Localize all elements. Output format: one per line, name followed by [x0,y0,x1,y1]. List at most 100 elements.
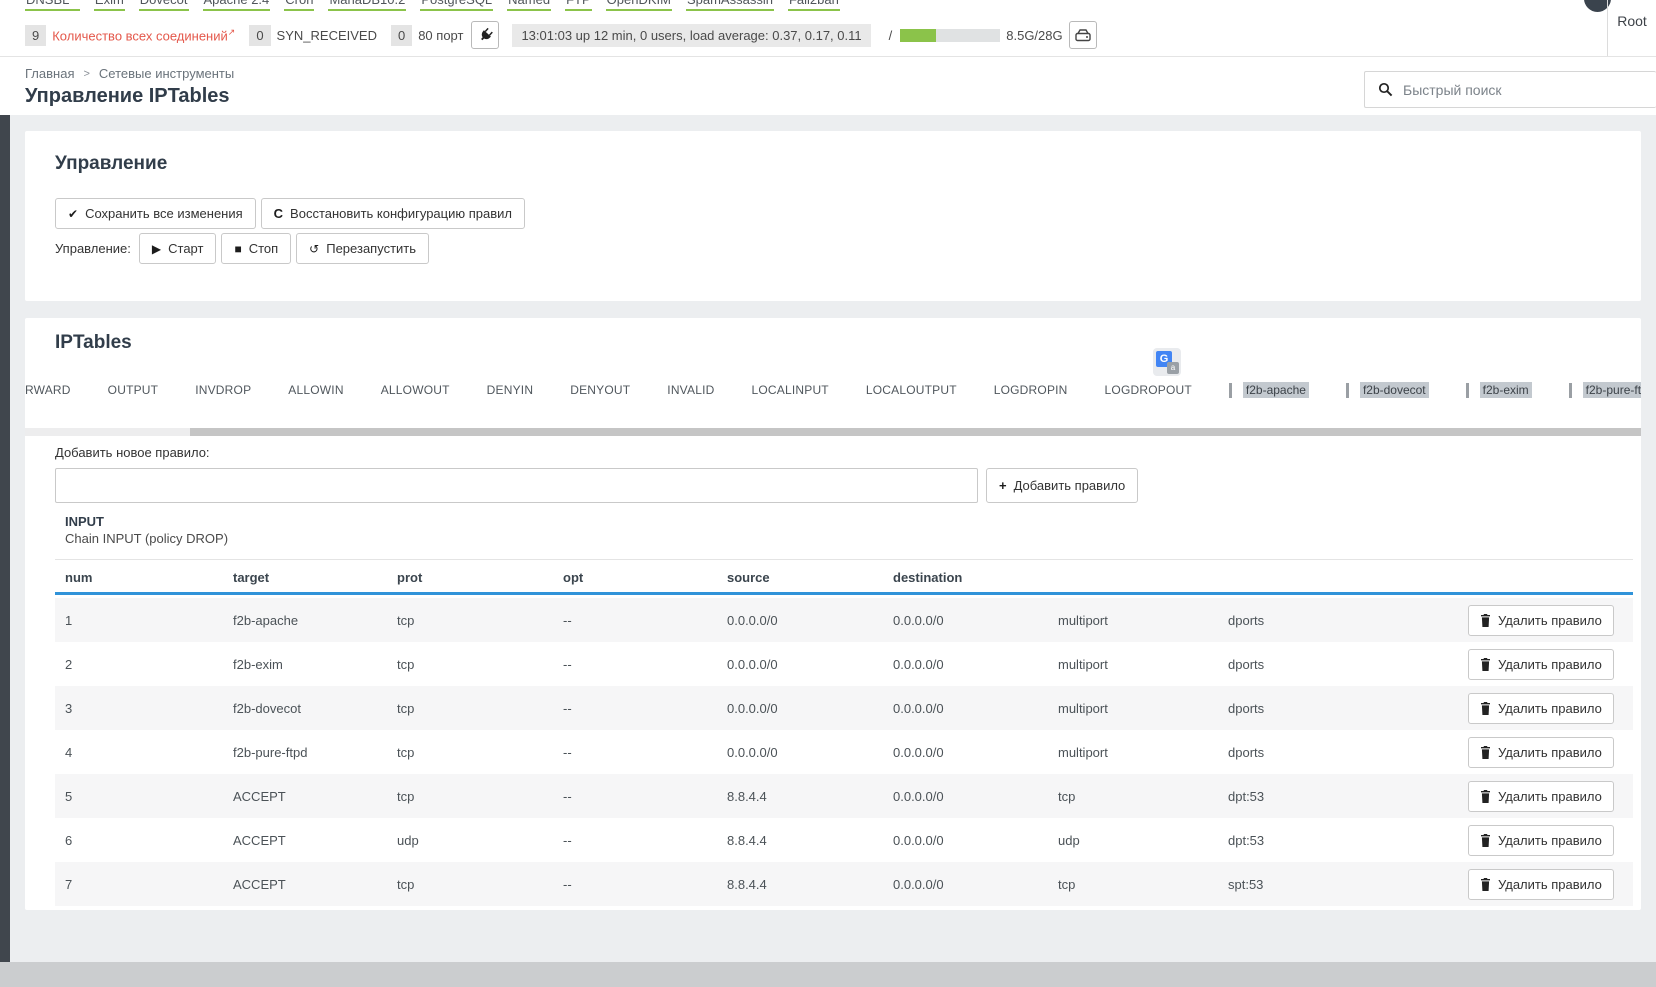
management-panel: Управление ✔Сохранить все изменения CВос… [25,131,1641,301]
delete-rule-button[interactable]: Удалить правило [1468,825,1614,856]
cell-ports: dports [1228,701,1468,716]
cell-ports: dpt:53 [1228,833,1468,848]
chain-tab[interactable]: RWARD [25,383,71,397]
chain-tab[interactable]: OUTPUT [108,383,159,397]
play-icon: ▶ [152,242,161,256]
chain-tab[interactable]: DENYOUT [570,383,630,397]
delete-rule-button[interactable]: Удалить правило [1468,781,1614,812]
service-link[interactable]: DNSBL ↗ [25,0,80,11]
service-link[interactable]: MariaDB10.2 [328,0,406,11]
cell-prot: tcp [397,657,563,672]
top-bar: DNSBL ↗ Exim Dovecot Apache 2.4 Cron [0,0,1656,57]
chain-tab-f2b[interactable]: f2b-exim [1466,382,1532,398]
service-link[interactable]: SpamAssassin [686,0,774,11]
search-input[interactable] [1403,82,1623,98]
rule-row: 5 ACCEPT tcp -- 8.8.4.4 0.0.0.0/0 tcp dp… [55,774,1633,818]
service-link[interactable]: Named [507,0,551,11]
service-link[interactable]: Apache 2.4 [203,0,271,11]
plus-icon: + [999,478,1007,493]
tab-separator [1466,383,1469,398]
cell-opt: -- [563,657,727,672]
delete-rule-button[interactable]: Удалить правило [1468,649,1614,680]
service-label: Cron [285,0,313,7]
connections-plug-button[interactable] [471,21,499,49]
chain-tab-f2b[interactable]: f2b-pure-ftpd [1569,382,1641,398]
breadcrumb-home[interactable]: Главная [25,66,74,81]
save-all-button[interactable]: ✔Сохранить все изменения [55,198,256,229]
cell-source: 0.0.0.0/0 [727,657,893,672]
cell-ports: dports [1228,657,1468,672]
delete-rule-button[interactable]: Удалить правило [1468,869,1614,900]
status-row: 9 Количество всех соединений↗ 0 SYN_RECE… [25,21,1097,49]
cell-target: f2b-dovecot [233,701,397,716]
cell-target: f2b-exim [233,657,397,672]
restore-config-button[interactable]: CВосстановить конфигурацию правил [261,198,525,229]
chain-tab[interactable]: INVALID [667,383,714,397]
page-title: Управление IPTables [25,85,230,108]
external-link-icon: ↗ [228,27,236,37]
chain-tab[interactable]: LOGDROPIN [994,383,1068,397]
cell-destination: 0.0.0.0/0 [893,613,1058,628]
delete-rule-button[interactable]: Удалить правило [1468,605,1614,636]
tabs-scrollbar-thumb[interactable] [190,428,1641,436]
service-label: DNSBL [26,0,69,7]
cell-prot: tcp [397,789,563,804]
service-link[interactable]: Dovecot [139,0,189,11]
management-actions: ✔Сохранить все изменения CВосстановить к… [55,198,525,229]
service-link[interactable]: Fail2ban [788,0,840,11]
user-name[interactable]: Root [1608,13,1656,29]
col-source: source [727,570,893,585]
cell-target: f2b-pure-ftpd [233,745,397,760]
chain-tab[interactable]: LOCALINPUT [751,383,828,397]
chevron-right-icon: > [83,68,89,80]
trash-icon [1480,702,1491,715]
cell-opt: -- [563,613,727,628]
service-link[interactable]: OpenDKIM [606,0,672,11]
breadcrumb: Главная > Сетевые инструменты [25,66,234,81]
service-link[interactable]: Cron [284,0,314,11]
service-label: Fail2ban [789,0,839,7]
cell-opt: -- [563,833,727,848]
service-link[interactable]: PostgreSQL [420,0,493,11]
add-rule-input[interactable] [55,468,978,503]
start-button[interactable]: ▶Старт [139,233,217,264]
search-icon [1378,82,1393,97]
chain-tab[interactable]: ALLOWOUT [381,383,450,397]
restart-button[interactable]: ↺Перезапустить [296,233,429,264]
port-label: 80 порт [418,28,463,43]
memory-slash: / [889,28,893,43]
stop-button[interactable]: ■Стоп [221,233,291,264]
restart-icon: ↺ [309,242,319,256]
delete-rule-button[interactable]: Удалить правило [1468,693,1614,724]
trash-icon [1480,746,1491,759]
trash-icon [1480,834,1491,847]
services-nav: DNSBL ↗ Exim Dovecot Apache 2.4 Cron [25,0,840,11]
cell-target: ACCEPT [233,877,397,892]
col-opt: opt [563,570,727,585]
tabs-scrollbar-track[interactable] [25,428,1641,436]
connections-link[interactable]: Количество всех соединений↗ [52,27,235,43]
trash-icon [1480,790,1491,803]
col-destination: destination [893,570,1058,585]
service-link[interactable]: Exim [94,0,125,11]
chain-tab-f2b[interactable]: f2b-apache [1229,382,1309,398]
management-title: Управление [55,153,167,175]
service-link[interactable]: FTP [565,0,592,11]
iptables-title: IPTables [55,332,132,354]
google-translate-button[interactable]: G a [1153,348,1181,376]
chain-tab[interactable]: LOCALOUTPUT [866,383,957,397]
delete-rule-button[interactable]: Удалить правило [1468,737,1614,768]
chain-tab-f2b[interactable]: f2b-dovecot [1346,382,1429,398]
disk-button[interactable] [1069,21,1097,49]
breadcrumb-section[interactable]: Сетевые инструменты [99,66,234,81]
cell-num: 1 [65,613,233,628]
chain-tab[interactable]: ALLOWIN [288,383,343,397]
chain-tab[interactable]: LOGDROPOUT [1105,383,1192,397]
cell-ports: dpt:53 [1228,789,1468,804]
service-label: FTP [566,0,591,7]
add-rule-button[interactable]: +Добавить правило [986,468,1138,503]
trash-icon [1480,614,1491,627]
chain-tab[interactable]: INVDROP [195,383,251,397]
cell-num: 2 [65,657,233,672]
chain-tab[interactable]: DENYIN [487,383,534,397]
